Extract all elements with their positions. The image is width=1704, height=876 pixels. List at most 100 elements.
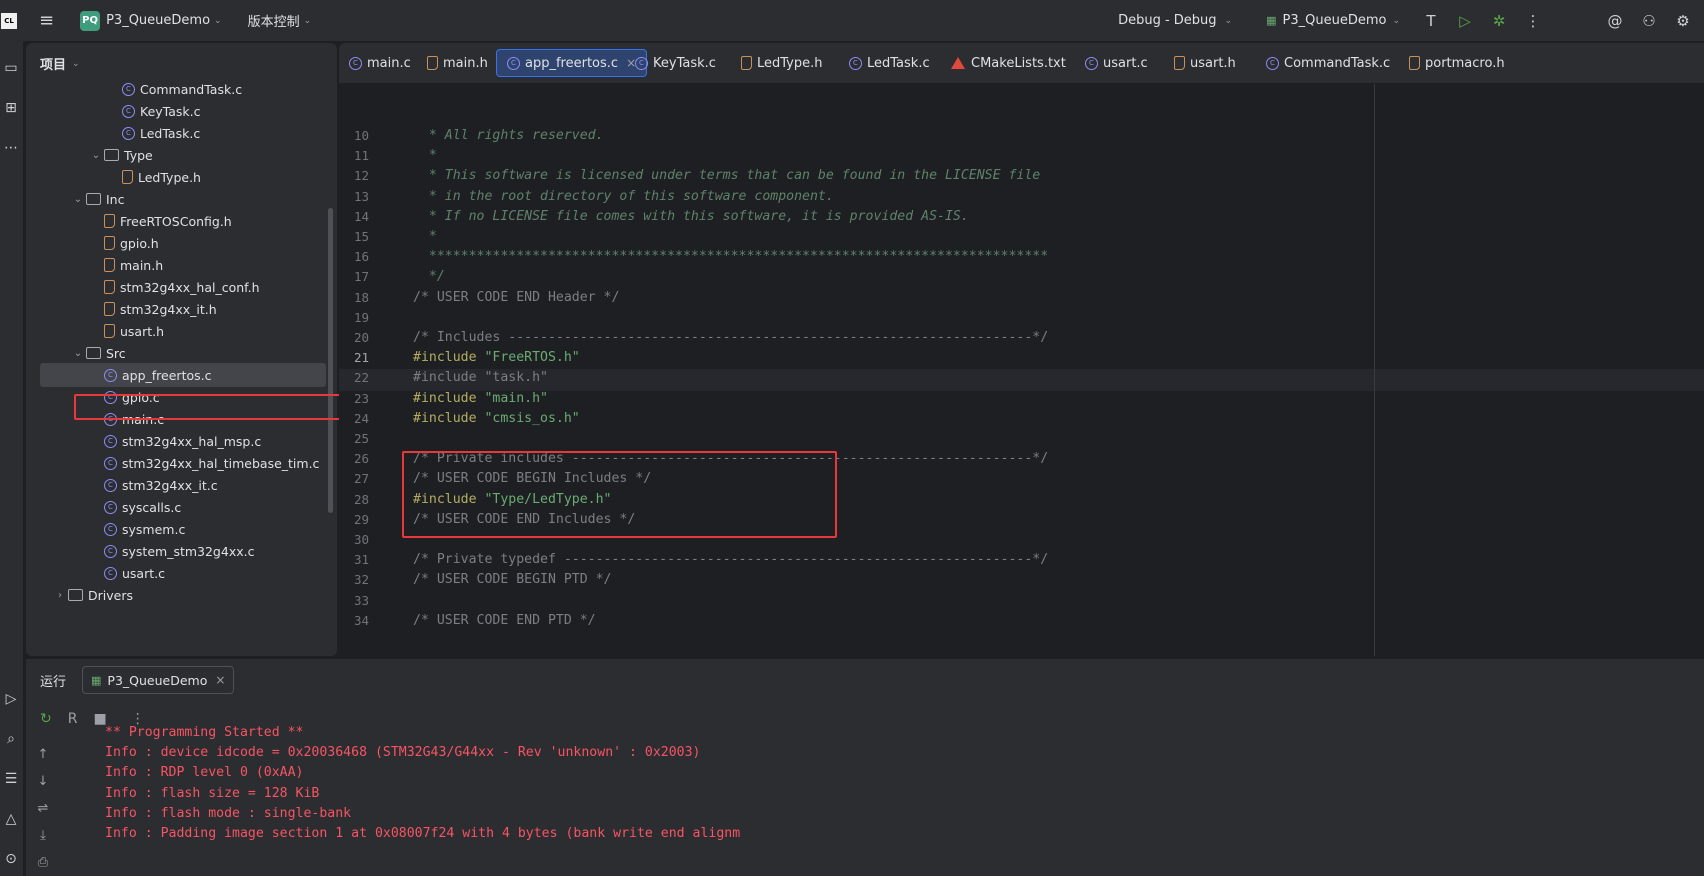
code-token: * All rights reserved. bbox=[413, 128, 604, 143]
search-icon[interactable]: ⌕ bbox=[0, 728, 22, 750]
run-panel-icon[interactable]: ▷ bbox=[0, 688, 22, 710]
editor-tab[interactable]: Cmain.c bbox=[339, 49, 421, 77]
header-file-icon bbox=[104, 324, 115, 338]
header-file-icon bbox=[1409, 56, 1420, 70]
tree-file[interactable]: Cstm32g4xx_hal_timebase_tim.c bbox=[26, 451, 326, 475]
scroll-to-end-icon[interactable]: ⤓ bbox=[32, 828, 54, 855]
line-number: 27 bbox=[353, 471, 369, 487]
editor-tab[interactable]: C KeyTask.c bbox=[625, 49, 726, 77]
chevron-down-icon[interactable]: ⌄ bbox=[70, 348, 86, 359]
line-number: 30 bbox=[353, 532, 369, 547]
target-selector[interactable]: ▦ P3_QueueDemo ⌄ bbox=[1266, 13, 1400, 28]
editor-tab-label: main.h bbox=[443, 55, 488, 71]
tree-file[interactable]: C LedTask.c bbox=[26, 121, 326, 145]
tree-file[interactable]: main.h bbox=[26, 253, 326, 277]
editor-tab[interactable]: C LedTask.c bbox=[839, 49, 940, 77]
editor-tab[interactable]: C CommandTask.c bbox=[1256, 49, 1400, 77]
code-token: * bbox=[413, 229, 437, 244]
tree-folder[interactable]: › Drivers bbox=[26, 583, 326, 607]
c-file-icon: C bbox=[104, 478, 117, 492]
line-number: 32 bbox=[353, 572, 369, 588]
tree-file[interactable]: Cstm32g4xx_it.c bbox=[26, 473, 326, 497]
code-token: * bbox=[413, 148, 437, 164]
tree-file[interactable]: C CommandTask.c bbox=[26, 77, 326, 101]
editor-tab[interactable]: CMakeLists.txt bbox=[941, 49, 1076, 77]
tree-file[interactable]: Csystem_stm32g4xx.c bbox=[26, 539, 326, 563]
editor-tab-label: usart.c bbox=[1103, 55, 1148, 71]
run-play-icon[interactable]: ▷ bbox=[1448, 4, 1482, 38]
scroll-down-icon[interactable]: ↓ bbox=[32, 774, 54, 801]
chevron-right-icon[interactable]: › bbox=[52, 590, 68, 601]
tree-file[interactable]: gpio.h bbox=[26, 231, 326, 255]
rerun-icon[interactable]: ↻ bbox=[40, 711, 52, 727]
close-icon[interactable]: × bbox=[215, 673, 225, 687]
ai-assistant-icon[interactable]: @ bbox=[1598, 4, 1632, 38]
line-number: 13 bbox=[353, 188, 369, 204]
chevron-down-icon: ⌄ bbox=[1224, 15, 1233, 26]
project-badge[interactable]: PQ bbox=[80, 10, 101, 31]
code-token: "FreeRTOS.h" bbox=[484, 350, 580, 366]
soft-wrap-icon[interactable]: ⇌ bbox=[32, 801, 54, 828]
tree-file[interactable]: FreeRTOSConfig.h bbox=[26, 209, 326, 233]
tree-file[interactable]: LedType.h bbox=[26, 165, 326, 189]
main-menu-icon[interactable]: ≡ bbox=[39, 10, 54, 31]
folder-icon[interactable]: ▭ bbox=[0, 57, 22, 79]
c-file-icon: C bbox=[507, 56, 520, 70]
tree-file[interactable]: Cstm32g4xx_hal_msp.c bbox=[26, 429, 326, 453]
settings-gear-icon[interactable]: ⚙ bbox=[1666, 4, 1700, 38]
build-hammer-icon[interactable]: T bbox=[1414, 4, 1448, 38]
run-config-selector[interactable]: Debug - Debug ⌄ bbox=[1118, 13, 1232, 28]
console-output[interactable]: ** Programming Started ** Info : device i… bbox=[80, 701, 1704, 876]
tree-file[interactable]: Cusart.c bbox=[26, 561, 326, 585]
tree-file[interactable]: C KeyTask.c bbox=[26, 99, 326, 123]
stop-icon[interactable]: ■ bbox=[93, 711, 106, 727]
tree-file[interactable]: usart.h bbox=[26, 319, 326, 343]
tree-folder[interactable]: ⌄ Type bbox=[26, 143, 326, 167]
editor-tab[interactable]: LedType.h bbox=[731, 49, 833, 77]
editor-tab[interactable]: main.h bbox=[417, 49, 498, 77]
tree-item-label: CommandTask.c bbox=[140, 81, 243, 97]
add-user-icon[interactable]: ⚇ bbox=[1632, 4, 1666, 38]
tree-item-label: usart.h bbox=[120, 323, 165, 339]
tree-folder[interactable]: ⌄ Src bbox=[26, 341, 326, 365]
vcs-menu[interactable]: 版本控制 ⌄ bbox=[248, 11, 312, 30]
project-scrollbar[interactable] bbox=[328, 208, 333, 513]
tree-item-label: main.h bbox=[120, 257, 164, 273]
chevron-down-icon[interactable]: ⌄ bbox=[88, 150, 104, 161]
problems-warning-icon[interactable]: △ bbox=[0, 808, 22, 830]
more-horiz-icon[interactable]: ⋯ bbox=[0, 137, 22, 159]
editor-tab-label: CMakeLists.txt bbox=[971, 55, 1066, 71]
project-selector[interactable]: P3_QueueDemo ⌄ bbox=[106, 13, 222, 28]
todo-list-icon[interactable]: ☰ bbox=[0, 768, 22, 790]
c-file-icon: C bbox=[104, 434, 117, 448]
scroll-up-icon[interactable]: ↑ bbox=[32, 747, 54, 774]
editor-tab[interactable]: Cusart.c bbox=[1075, 49, 1158, 77]
structure-icon[interactable]: ⊞ bbox=[0, 97, 22, 119]
tree-folder[interactable]: ⌄ Inc bbox=[26, 187, 326, 211]
editor-tab[interactable]: usart.h bbox=[1164, 49, 1246, 77]
tree-file[interactable]: Csyscalls.c bbox=[26, 495, 326, 519]
line-number: 31 bbox=[353, 552, 369, 568]
editor: Cmain.c main.h Capp_freertos.c × C KeyTask.c L… bbox=[339, 43, 1704, 656]
run-tab[interactable]: ▦ P3_QueueDemo × bbox=[82, 666, 235, 694]
chevron-down-icon[interactable]: ⌄ bbox=[70, 194, 86, 205]
more-vert-icon[interactable]: ⋮ bbox=[1516, 4, 1550, 38]
terminal-icon[interactable]: ⊙ bbox=[0, 848, 22, 870]
editor-tab-label: usart.h bbox=[1190, 55, 1236, 71]
more-vert-icon[interactable]: ⋮ bbox=[131, 711, 145, 727]
editor-tab[interactable]: portmacro.h bbox=[1399, 49, 1515, 77]
tree-file[interactable]: Csysmem.c bbox=[26, 517, 326, 541]
line-number: 16 bbox=[353, 249, 369, 265]
console-line: Info : device idcode = 0x20036468 (STM32… bbox=[105, 745, 701, 761]
debug-bug-icon[interactable]: ✲ bbox=[1482, 4, 1516, 38]
c-file-icon: C bbox=[122, 82, 135, 96]
code-token: "main.h" bbox=[484, 390, 548, 406]
code-line: * This software is licensed under terms … bbox=[413, 168, 1040, 183]
tree-file[interactable]: stm32g4xx_hal_conf.h bbox=[26, 275, 326, 299]
code-line: #include "cmsis_os.h" bbox=[413, 411, 580, 426]
app-logo: CL bbox=[1, 12, 17, 29]
rerun-failed-icon[interactable]: R bbox=[68, 711, 78, 727]
print-icon[interactable]: ⎙ bbox=[32, 855, 54, 876]
tree-file[interactable]: Capp_freertos.c bbox=[40, 363, 326, 387]
tree-file[interactable]: stm32g4xx_it.h bbox=[26, 297, 326, 321]
